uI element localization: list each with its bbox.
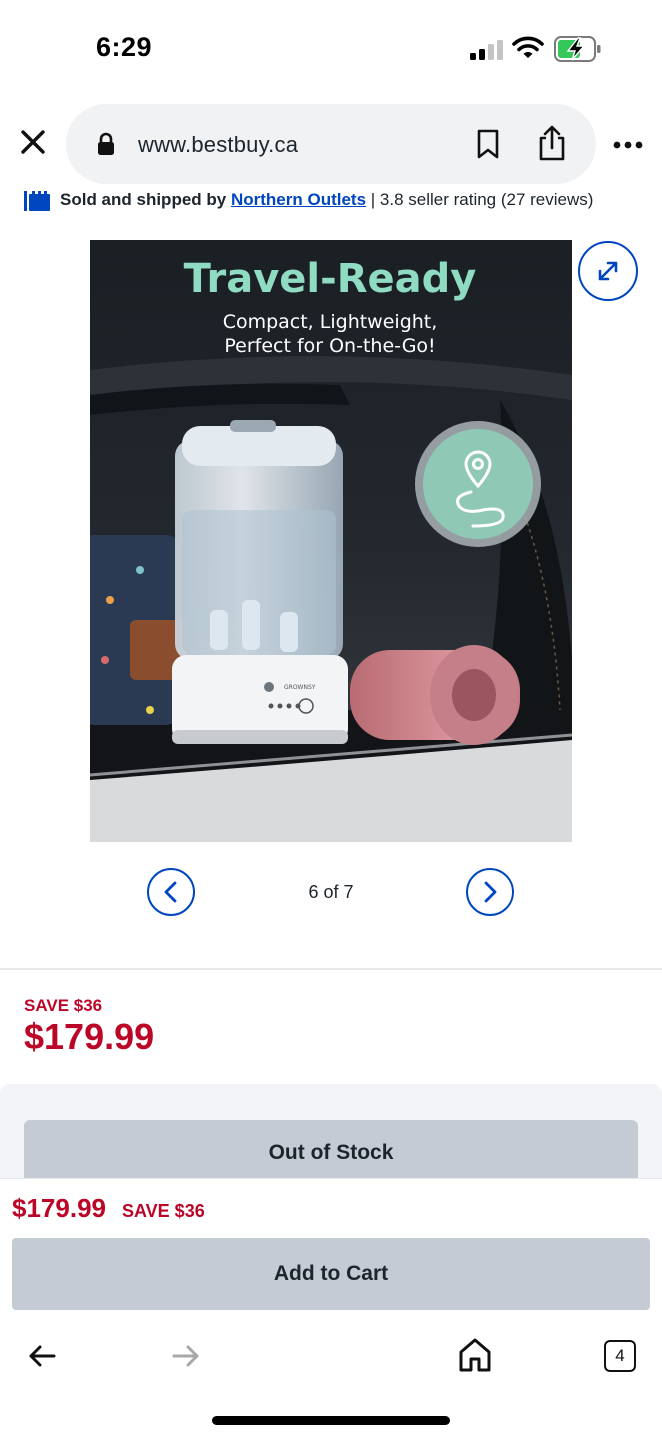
home-indicator <box>212 1416 450 1425</box>
seller-prefix: Sold and shipped by <box>60 190 227 209</box>
save-label: SAVE $36 <box>24 996 103 1015</box>
battery-charging-icon <box>554 36 601 62</box>
add-to-cart-button[interactable]: Add to Cart <box>12 1238 650 1310</box>
more-options-icon[interactable] <box>612 139 644 151</box>
address-bar[interactable]: www.bestbuy.ca <box>66 104 596 184</box>
next-image-button[interactable] <box>466 868 514 916</box>
url-text: www.bestbuy.ca <box>138 132 299 157</box>
image-headline: Travel-Ready <box>184 256 477 302</box>
sticky-purchase-bar: $179.99 SAVE $36 Add to Cart <box>0 1178 662 1318</box>
chevron-right-icon <box>484 881 497 903</box>
previous-image-button[interactable] <box>147 868 195 916</box>
seller-text: Sold and shipped by Northern Outlets | 3… <box>60 190 593 210</box>
sticky-price: $179.99 <box>12 1193 106 1223</box>
chevron-left-icon <box>164 881 177 903</box>
lock-icon <box>98 132 114 155</box>
home-icon[interactable] <box>458 1337 492 1373</box>
availability-panel: Out of Stock <box>0 1084 662 1180</box>
seller-name-link[interactable]: Northern Outlets <box>231 190 366 209</box>
status-bar: 6:29 <box>0 0 662 100</box>
seller-info: Sold and shipped by Northern Outlets | 3… <box>24 188 654 214</box>
share-icon[interactable] <box>536 124 568 162</box>
sticky-save-label: SAVE $36 <box>122 1201 205 1221</box>
seller-rating: | 3.8 seller rating (27 reviews) <box>370 190 594 209</box>
browser-toolbar: www.bestbuy.ca <box>0 103 662 184</box>
image-subline-2: Perfect for On-the-Go! <box>224 335 435 357</box>
expand-image-button[interactable] <box>578 241 638 301</box>
close-icon[interactable] <box>16 125 50 159</box>
forward-arrow-icon[interactable] <box>170 1340 202 1372</box>
expand-arrows-icon <box>598 261 618 281</box>
status-time: 6:29 <box>96 32 153 62</box>
image-counter: 6 of 7 <box>308 882 354 902</box>
tabs-button[interactable]: 4 <box>604 1340 636 1372</box>
wifi-icon <box>512 36 544 58</box>
out-of-stock-button[interactable]: Out of Stock <box>24 1120 638 1178</box>
section-divider <box>0 968 662 970</box>
product-photo: GROWNSY Travel-Ready Compact, Lightweigh… <box>90 240 572 842</box>
product-image[interactable]: GROWNSY Travel-Ready Compact, Lightweigh… <box>90 240 572 842</box>
image-subline-1: Compact, Lightweight, <box>223 311 438 333</box>
cellular-signal-icon <box>470 40 503 60</box>
product-brand-label: GROWNSY <box>284 684 316 691</box>
marketplace-icon <box>24 191 50 211</box>
bookmark-icon[interactable] <box>474 128 502 160</box>
product-price: $179.99 <box>24 1016 155 1057</box>
image-pager: 6 of 7 <box>0 866 662 918</box>
browser-bottom-nav: 4 <box>0 1320 662 1440</box>
back-arrow-icon[interactable] <box>26 1340 58 1372</box>
